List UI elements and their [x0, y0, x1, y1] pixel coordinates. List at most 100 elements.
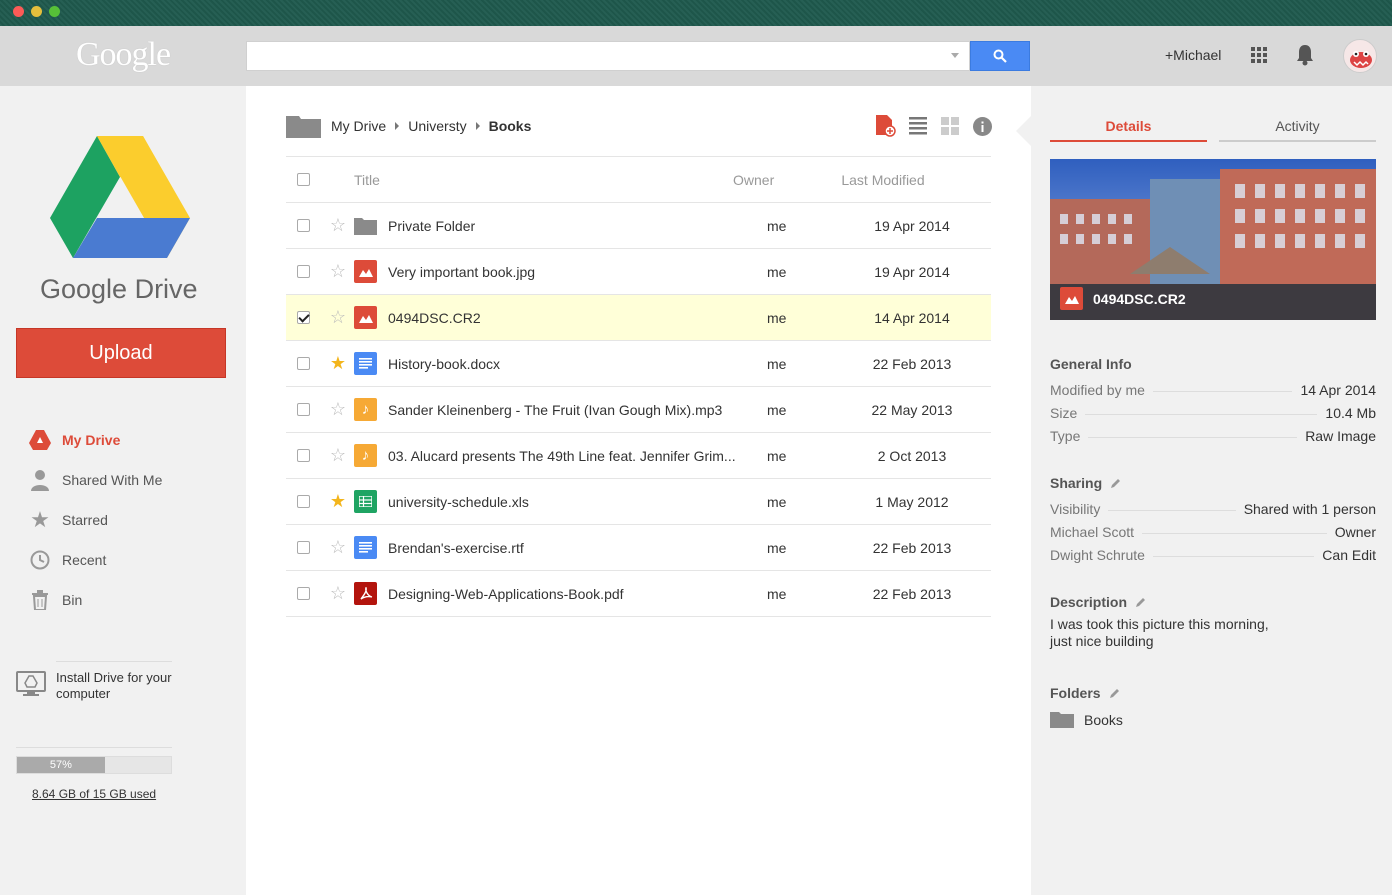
info-key: Modified by me — [1050, 381, 1145, 398]
row-checkbox[interactable] — [297, 449, 310, 462]
breadcrumb-separator-icon — [475, 122, 480, 130]
sidebar-item-starred[interactable]: ★ Starred — [28, 500, 162, 540]
file-table: Title Owner Last Modified ☆ Private Folde… — [286, 157, 991, 617]
star-icon[interactable]: ★ — [322, 491, 354, 512]
file-owner: me — [767, 447, 787, 464]
section-heading: Sharing — [1050, 475, 1376, 491]
sharing-value: Shared with 1 person — [1243, 500, 1376, 517]
row-checkbox[interactable] — [297, 311, 310, 324]
new-file-icon[interactable] — [876, 115, 896, 137]
sidebar-item-my-drive[interactable]: My Drive — [28, 420, 162, 460]
search-input[interactable] — [246, 41, 970, 71]
file-preview-image[interactable]: 0494DSC.CR2 — [1050, 159, 1376, 320]
file-title[interactable]: university-schedule.xls — [388, 494, 767, 510]
star-icon[interactable]: ☆ — [322, 537, 354, 558]
row-checkbox[interactable] — [297, 587, 310, 600]
breadcrumb-separator-icon — [395, 122, 400, 130]
search-options-chevron-icon[interactable] — [951, 53, 959, 58]
table-row[interactable]: ☆ Private Folder me 19 Apr 2014 — [286, 203, 991, 249]
upload-button[interactable]: Upload — [16, 328, 226, 378]
image-file-icon — [354, 260, 377, 283]
document-file-icon — [354, 352, 377, 375]
file-title[interactable]: Private Folder — [388, 218, 767, 234]
avatar[interactable] — [1343, 39, 1377, 73]
tab-details[interactable]: Details — [1050, 118, 1207, 142]
star-icon[interactable]: ☆ — [322, 445, 354, 466]
file-title[interactable]: 0494DSC.CR2 — [388, 310, 767, 326]
table-header: Title Owner Last Modified — [286, 157, 991, 203]
folders-section: Folders Books — [1050, 685, 1376, 728]
sidebar-item-recent[interactable]: Recent — [28, 540, 162, 580]
star-icon[interactable]: ☆ — [322, 307, 354, 328]
table-row[interactable]: ★ university-schedule.xls me 1 May 2012 — [286, 479, 991, 525]
file-title[interactable]: Very important book.jpg — [388, 264, 767, 280]
edit-folders-pencil-icon[interactable] — [1109, 687, 1121, 699]
image-file-icon — [354, 306, 377, 329]
star-icon[interactable]: ☆ — [322, 215, 354, 236]
notifications-bell-icon[interactable] — [1296, 44, 1314, 66]
column-header-owner[interactable]: Owner — [733, 172, 833, 188]
edit-description-pencil-icon[interactable] — [1135, 596, 1147, 608]
sidebar-item-bin[interactable]: Bin — [28, 580, 162, 620]
tab-activity[interactable]: Activity — [1219, 118, 1376, 142]
breadcrumb-item-my-drive[interactable]: My Drive — [331, 118, 386, 134]
grid-view-icon[interactable] — [940, 116, 960, 136]
description-title: Description — [1050, 594, 1128, 610]
breadcrumb-item-universty[interactable]: Universty — [408, 118, 466, 134]
user-profile-link[interactable]: +Michael — [1165, 47, 1221, 63]
sidebar-item-shared-with-me[interactable]: Shared With Me — [28, 460, 162, 500]
person-icon — [28, 468, 52, 492]
edit-sharing-pencil-icon[interactable] — [1110, 477, 1122, 489]
select-all-checkbox[interactable] — [297, 173, 310, 186]
star-icon[interactable]: ☆ — [322, 399, 354, 420]
table-row[interactable]: ☆ ♪ Sander Kleinenberg - The Fruit (Ivan G… — [286, 387, 991, 433]
audio-file-icon: ♪ — [354, 444, 377, 467]
file-title[interactable]: Sander Kleinenberg - The Fruit (Ivan Gou… — [388, 402, 767, 418]
apps-grid-icon[interactable] — [1251, 47, 1267, 63]
file-title[interactable]: 03. Alucard presents The 49th Line feat.… — [388, 448, 767, 464]
maximize-window-button[interactable] — [49, 6, 60, 17]
star-icon[interactable]: ☆ — [322, 583, 354, 604]
table-row[interactable]: ☆ Brendan's-exercise.rtf me 22 Feb 2013 — [286, 525, 991, 571]
file-title[interactable]: Designing-Web-Applications-Book.pdf — [388, 586, 767, 602]
folder-link-books[interactable]: Books — [1050, 711, 1376, 728]
column-header-last-modified[interactable]: Last Modified — [833, 172, 933, 188]
table-row[interactable]: ☆ Designing-Web-Applications-Book.pdf me 22… — [286, 571, 991, 617]
sidebar-item-label: Starred — [62, 512, 108, 528]
row-checkbox[interactable] — [297, 541, 310, 554]
table-row[interactable]: ★ History-book.docx me 22 Feb 2013 — [286, 341, 991, 387]
row-checkbox[interactable] — [297, 403, 310, 416]
file-owner: me — [767, 217, 787, 234]
star-icon[interactable]: ★ — [322, 353, 354, 374]
search-icon — [993, 49, 1007, 63]
sharing-row: Visibility Shared with 1 person — [1050, 497, 1376, 520]
file-title[interactable]: History-book.docx — [388, 356, 767, 372]
storage-used-link[interactable]: 8.64 GB of 15 GB used — [32, 787, 156, 801]
google-logo[interactable]: Google — [76, 36, 171, 74]
description-text: I was took this picture this morning, — [1050, 616, 1269, 632]
table-row[interactable]: ☆ 0494DSC.CR2 me 14 Apr 2014 — [286, 295, 991, 341]
row-checkbox[interactable] — [297, 219, 310, 232]
window-titlebar — [0, 0, 1392, 26]
column-header-title[interactable]: Title — [354, 172, 733, 188]
folder-name: Books — [1084, 711, 1123, 728]
close-window-button[interactable] — [13, 6, 24, 17]
list-view-icon[interactable] — [908, 116, 928, 136]
row-checkbox[interactable] — [297, 495, 310, 508]
info-icon[interactable] — [972, 116, 992, 136]
minimize-window-button[interactable] — [31, 6, 42, 17]
file-modified-date: 22 Feb 2013 — [872, 355, 952, 372]
install-drive-link[interactable]: Install Drive for your computer — [16, 670, 172, 702]
row-checkbox[interactable] — [297, 265, 310, 278]
sharing-key: Michael Scott — [1050, 523, 1135, 540]
storage-progress-fill: 57% — [17, 757, 105, 773]
star-icon[interactable]: ☆ — [322, 261, 354, 282]
file-title[interactable]: Brendan's-exercise.rtf — [388, 540, 767, 556]
app-title: Google Drive — [40, 274, 198, 304]
search-button[interactable] — [970, 41, 1030, 71]
table-row[interactable]: ☆ Very important book.jpg me 19 Apr 2014 — [286, 249, 991, 295]
table-row[interactable]: ☆ ♪ 03. Alucard presents The 49th Line fea… — [286, 433, 991, 479]
description-section: Description I was took this picture this… — [1050, 594, 1376, 650]
general-info-section: General Info Modified by me 14 Apr 2014 S… — [1050, 356, 1376, 447]
row-checkbox[interactable] — [297, 357, 310, 370]
